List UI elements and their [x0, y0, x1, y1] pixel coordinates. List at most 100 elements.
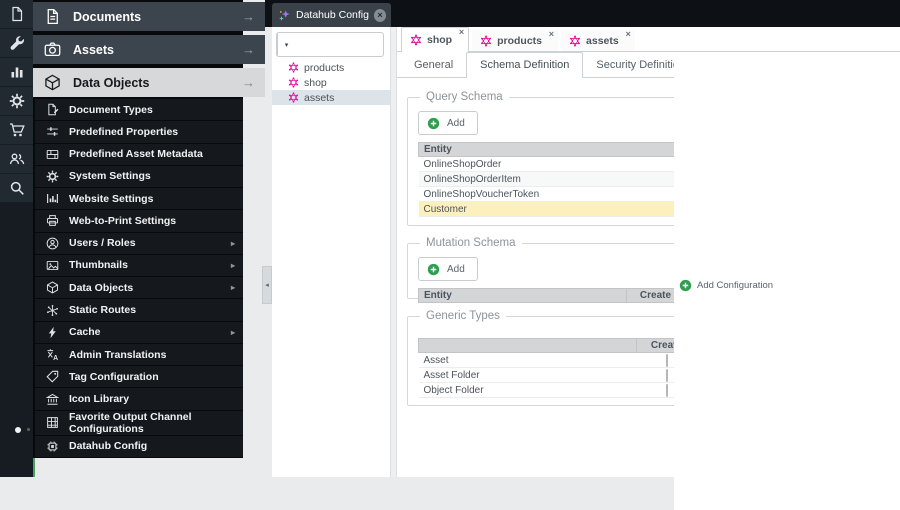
- reports-strip-button[interactable]: [0, 58, 33, 87]
- tab-shop[interactable]: shop ×: [401, 27, 470, 52]
- settings-strip-button[interactable]: [0, 87, 33, 116]
- tree-node-label: assets: [304, 91, 335, 104]
- menu-item-data-objects[interactable]: Data Objects ▸: [35, 277, 243, 299]
- menu-item-label: Web-to-Print Settings: [69, 214, 177, 227]
- menu-item-label: Cache: [69, 326, 101, 339]
- cart-icon: [9, 122, 25, 138]
- users-strip-button[interactable]: [0, 145, 33, 174]
- query-schema-legend: Query Schema: [426, 91, 503, 103]
- mutation-schema-legend: Mutation Schema: [426, 237, 516, 249]
- printer-icon: [46, 214, 59, 227]
- svg-text:A: A: [53, 355, 58, 361]
- tab-assets[interactable]: assets ×: [561, 29, 635, 51]
- pager-dot: [27, 428, 30, 431]
- collapse-left-icon: ◂: [265, 282, 269, 289]
- create-checkbox[interactable]: [665, 353, 668, 367]
- type-label-cell: Object Folder: [418, 382, 637, 398]
- create-checkbox[interactable]: [665, 368, 668, 382]
- tab-general[interactable]: General: [401, 53, 466, 77]
- accordion-label: Assets: [73, 42, 114, 57]
- bank-icon: [46, 393, 59, 406]
- menu-item-label: Datahub Config: [69, 440, 148, 453]
- tree-node-label: products: [304, 61, 345, 74]
- menu-item-datahub-config[interactable]: Datahub Config▸: [35, 435, 243, 457]
- add-configuration-label: Add Configuration: [697, 279, 774, 291]
- chevron-down-icon[interactable]: ▾: [277, 33, 295, 56]
- close-icon[interactable]: ×: [459, 27, 464, 37]
- arrow-right-icon: →: [242, 75, 255, 90]
- tag-icon: [46, 370, 59, 383]
- menu-item-document-types[interactable]: Document Types▸: [35, 99, 243, 121]
- bar-chart-icon: [9, 64, 25, 80]
- menu-item-label: Predefined Properties: [69, 125, 179, 138]
- add-configuration-button[interactable]: Add Configuration ▾: [276, 32, 900, 510]
- config-tab-strip: shop × products × assets ×: [397, 27, 900, 52]
- menu-item-thumbnails[interactable]: Thumbnails ▸: [35, 254, 243, 277]
- documents-strip-button[interactable]: [0, 0, 33, 29]
- grid-icon: [46, 416, 59, 429]
- add-button-label: Add: [447, 117, 465, 129]
- menu-item-system-settings[interactable]: System Settings▸: [35, 165, 243, 188]
- menu-item-tag-configuration[interactable]: Tag Configuration▸: [35, 366, 243, 388]
- tab-products[interactable]: products ×: [472, 29, 559, 51]
- graphql-hexagram-icon: [480, 34, 492, 47]
- accordion-label: Documents: [73, 9, 142, 24]
- datahub-config-window-tab[interactable]: Datahub Config ×: [272, 3, 391, 27]
- plus-circle-icon: [427, 117, 440, 130]
- menu-item-predefined-properties[interactable]: Predefined Properties▸: [35, 121, 243, 143]
- menu-item-static-routes[interactable]: Static Routes▸: [35, 299, 243, 321]
- tab-schema-definition[interactable]: Schema Definition: [466, 52, 584, 78]
- graphql-hexagram-icon: [288, 62, 299, 73]
- column-header-type: [418, 338, 637, 353]
- routes-icon: [46, 304, 59, 317]
- menu-item-predefined-asset-metadata[interactable]: Predefined Asset Metadata▸: [35, 143, 243, 165]
- graphql-hexagram-icon: [288, 77, 299, 88]
- menu-item-icon-library[interactable]: Icon Library▸: [35, 388, 243, 410]
- mutation-schema-add-button[interactable]: Add: [418, 257, 478, 281]
- close-icon[interactable]: ×: [549, 29, 554, 39]
- add-button-label: Add: [447, 263, 465, 275]
- type-label-cell: Asset Folder: [418, 367, 637, 383]
- tree-node-products[interactable]: products: [272, 60, 390, 75]
- gear-icon: [46, 170, 59, 183]
- panel-splitter[interactable]: [390, 27, 397, 477]
- ecommerce-strip-button[interactable]: [0, 116, 33, 145]
- menu-item-label: Favorite Output Channel Configurations: [69, 410, 192, 435]
- menu-item-users-roles[interactable]: Users / Roles ▸: [35, 232, 243, 254]
- cube-icon: [46, 281, 59, 294]
- menu-item-label: Users / Roles: [69, 237, 136, 250]
- close-icon[interactable]: ×: [625, 29, 630, 39]
- column-header-entity[interactable]: Entity: [418, 288, 627, 303]
- image-icon: [46, 259, 59, 272]
- accordion-data-objects[interactable]: Data Objects →: [33, 68, 265, 97]
- tools-strip-button[interactable]: [0, 29, 33, 58]
- tree-node-shop[interactable]: shop: [272, 75, 390, 90]
- chip-icon: [46, 440, 59, 453]
- pager-dots: [0, 424, 33, 436]
- cube-icon: [44, 74, 61, 91]
- graphql-hexagram-icon: [288, 92, 299, 103]
- tree-node-assets[interactable]: assets: [272, 90, 390, 105]
- menu-item-favorite-output-channels[interactable]: Favorite Output Channel Configurations▸: [35, 410, 243, 435]
- create-checkbox[interactable]: [665, 383, 668, 397]
- tab-label: products: [497, 34, 543, 47]
- menu-item-website-settings[interactable]: Website Settings▸: [35, 188, 243, 210]
- users-icon: [9, 151, 25, 167]
- close-icon[interactable]: ×: [373, 8, 386, 22]
- tab-label: assets: [586, 34, 619, 47]
- menu-item-label: Data Objects: [69, 281, 134, 294]
- menu-item-admin-translations[interactable]: AAdmin Translations▸: [35, 343, 243, 366]
- query-schema-add-button[interactable]: Add: [418, 111, 478, 135]
- menu-item-web-to-print[interactable]: Web-to-Print Settings▸: [35, 210, 243, 232]
- search-strip-button[interactable]: [0, 174, 33, 203]
- plus-circle-icon: [679, 279, 692, 292]
- menu-item-cache[interactable]: Cache ▸: [35, 321, 243, 343]
- gear-icon: [9, 93, 25, 109]
- accordion-label: Data Objects: [73, 75, 150, 90]
- panel-collapse-handle[interactable]: ◂: [262, 266, 272, 304]
- accordion-assets[interactable]: Assets →: [33, 35, 265, 64]
- menu-item-label: Document Types: [69, 103, 153, 116]
- menu-item-label: Tag Configuration: [69, 370, 159, 383]
- accordion-documents[interactable]: Documents →: [33, 2, 265, 31]
- arrow-right-icon: →: [242, 9, 255, 24]
